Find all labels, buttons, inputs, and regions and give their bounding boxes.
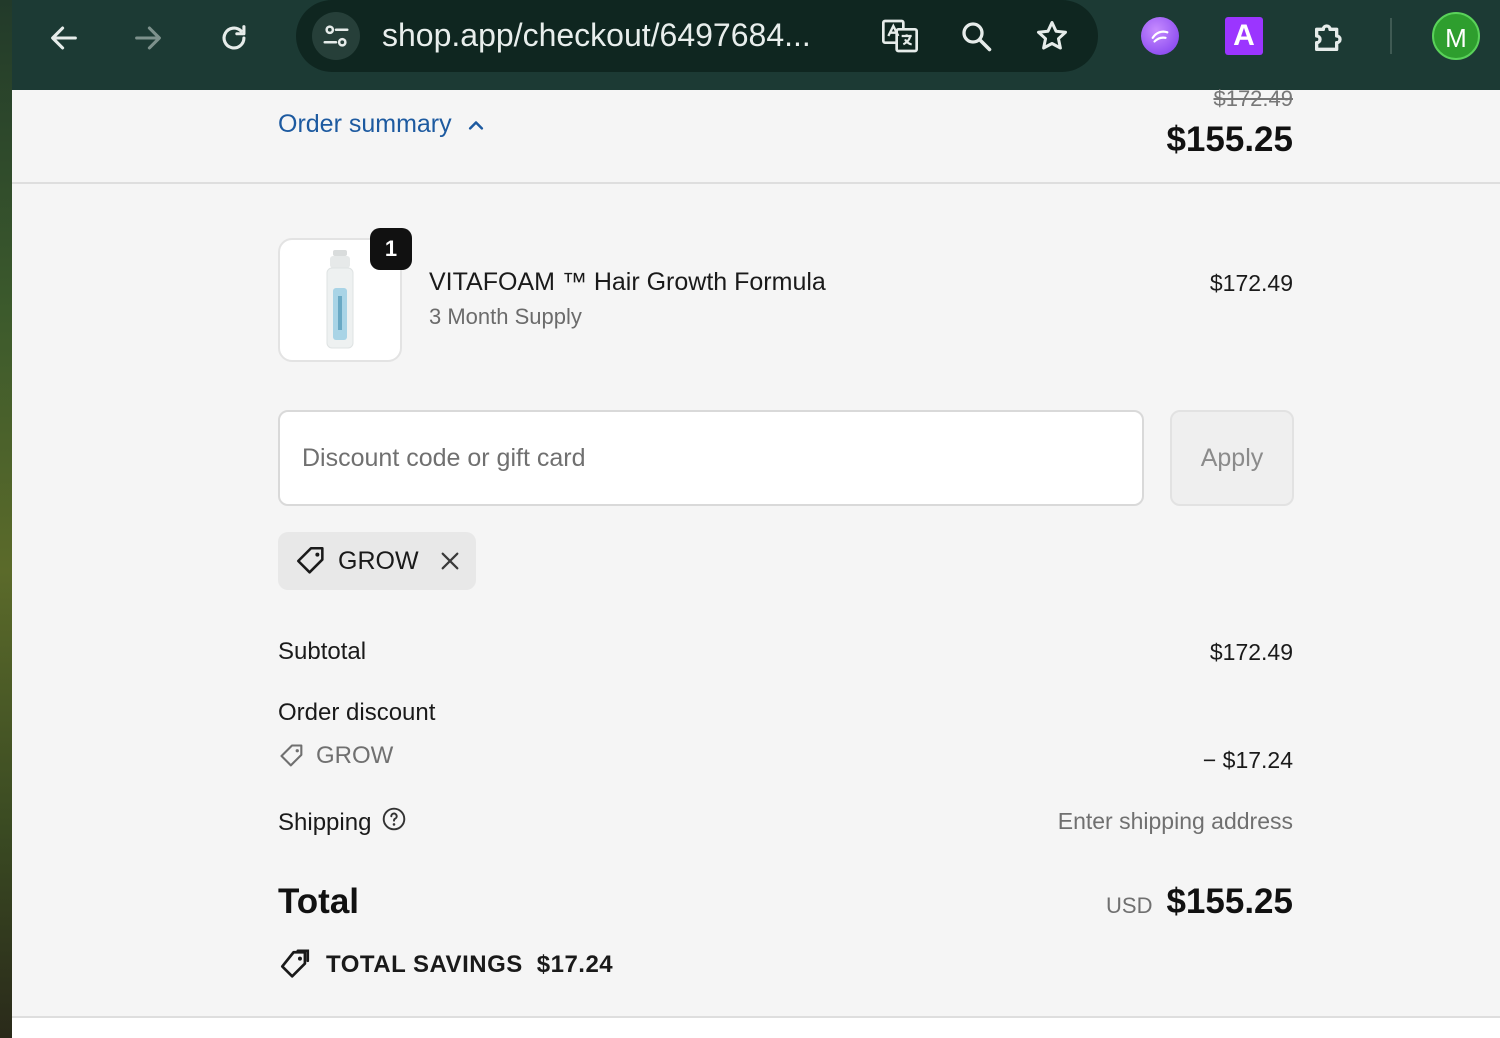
product-price: $172.49 [1209,270,1293,296]
shipping-label: Shipping [278,808,372,836]
product-name: VITAFOAM ™ Hair Growth Formula [429,268,826,296]
site-info-button[interactable] [312,12,360,60]
shipping-value: Enter shipping address [1057,808,1293,834]
desktop-edge [0,0,12,1038]
total-savings-value: $17.24 [536,951,614,978]
total-value-group: USD $155.25 [1106,882,1293,922]
original-price: $172.49 [1213,86,1293,111]
reload-icon [222,25,246,50]
puzzle-icon [1315,24,1342,51]
star-icon [1037,21,1067,50]
order-discount-label: Order discount [278,699,436,726]
shipping-help-button[interactable] [381,806,407,839]
subtotal-label: Subtotal [278,638,367,665]
tune-icon [323,25,349,47]
discount-value: − $17.24 [1202,747,1293,773]
main-content-area [12,1018,1500,1038]
apply-button[interactable]: Apply [1170,410,1294,506]
magnifier-icon [962,22,992,52]
url-text[interactable]: shop.app/checkout/6497684... [382,14,811,56]
reload-button[interactable] [210,14,258,62]
profile-avatar[interactable]: M [1432,12,1480,60]
currency-code: USD [1106,893,1153,918]
address-bar[interactable]: shop.app/checkout/6497684... [296,0,1098,72]
total-savings-label: TOTAL SAVINGS [326,951,523,978]
extension-logo-icon [1141,17,1179,55]
arrow-right-icon [135,26,161,50]
forward-button[interactable] [124,14,172,62]
total-amount: $155.25 [1166,882,1293,921]
applied-code-label: GROW [338,546,419,575]
checkout-page: Order summary $172.49 $155.25 1 VITAFOAM… [12,86,1500,1038]
discount-code-line: GROW [278,742,393,770]
remove-code-button[interactable] [437,548,463,574]
shipping-row-label: Shipping [278,806,407,839]
order-summary-bar: Order summary $172.49 $155.25 [12,86,1500,184]
total-label: Total [278,882,360,921]
bookmark-button[interactable] [1028,12,1076,60]
toolbar-divider [1390,18,1392,54]
browser-toolbar: shop.app/checkout/6497684... A M [12,0,1500,90]
order-summary-label: Order summary [278,110,452,138]
tag-icon [296,546,324,574]
extension-a-icon: A [1225,17,1263,55]
chevron-up-icon [468,120,483,130]
translate-icon [882,19,918,53]
extension-round-button[interactable] [1138,14,1182,58]
product-variant: 3 Month Supply [429,304,582,329]
foam-bottle-icon [326,250,354,349]
tags-icon [280,949,310,978]
applied-code-chip: GROW [278,532,476,590]
subtotal-value: $172.49 [1209,639,1293,665]
close-icon [441,552,458,570]
discount-code-text: GROW [316,742,394,769]
back-button[interactable] [40,14,88,62]
total-savings: TOTAL SAVINGS $17.24 [278,948,613,982]
quantity-badge: 1 [370,228,412,270]
translate-button[interactable] [876,12,924,60]
order-summary-toggle[interactable]: Order summary [278,110,486,139]
help-circle-icon [383,807,406,831]
zoom-button[interactable] [952,12,1000,60]
extension-a-button[interactable]: A [1222,14,1266,58]
extensions-menu-button[interactable] [1308,14,1352,58]
arrow-left-icon [51,26,77,50]
summary-total: $155.25 [1166,120,1293,159]
tag-icon [280,744,303,767]
discount-code-input[interactable] [278,410,1144,506]
